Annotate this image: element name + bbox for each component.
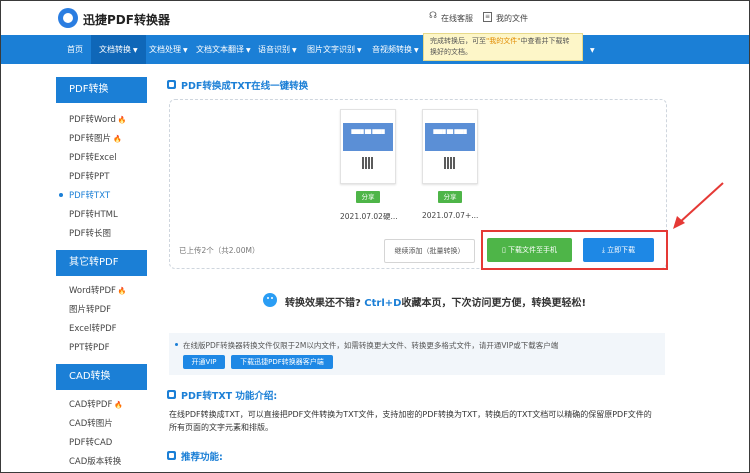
notice-text: 在线版PDF转换器转换文件仅限于2M以内文件，如需转换更大文件、转换更多格式文件… [183,341,559,350]
bookmark-promo: 转换效果还不错? Ctrl+D收藏本页，下次访问更方便，转换更轻松! [285,298,587,309]
smile-icon [263,293,277,307]
section-icon [167,451,176,460]
section-icon [167,390,176,399]
open-vip-button[interactable]: 开通VIP [183,355,225,369]
recommend-title: 推荐功能: [181,452,223,463]
intro-text-line: 在线PDF转换成TXT，可以直接把PDF文件转换为TXT文件，支持加密的PDF转… [169,410,652,419]
download-client-button[interactable]: 下载迅捷PDF转换器客户端 [231,355,333,369]
browser-frame: 迅捷PDF转换器 ☊ 在线客服 ≡ 我的文件 首页 文档转换 ▼ 文档处理 ▼ 文档… [0,0,750,473]
intro-title: PDF转TXT 功能介绍: [181,391,278,402]
bullet-icon [175,343,178,346]
annotation-arrow-icon [673,182,724,229]
intro-text-line: 所有页面的文字元素和排版。 [169,423,273,432]
